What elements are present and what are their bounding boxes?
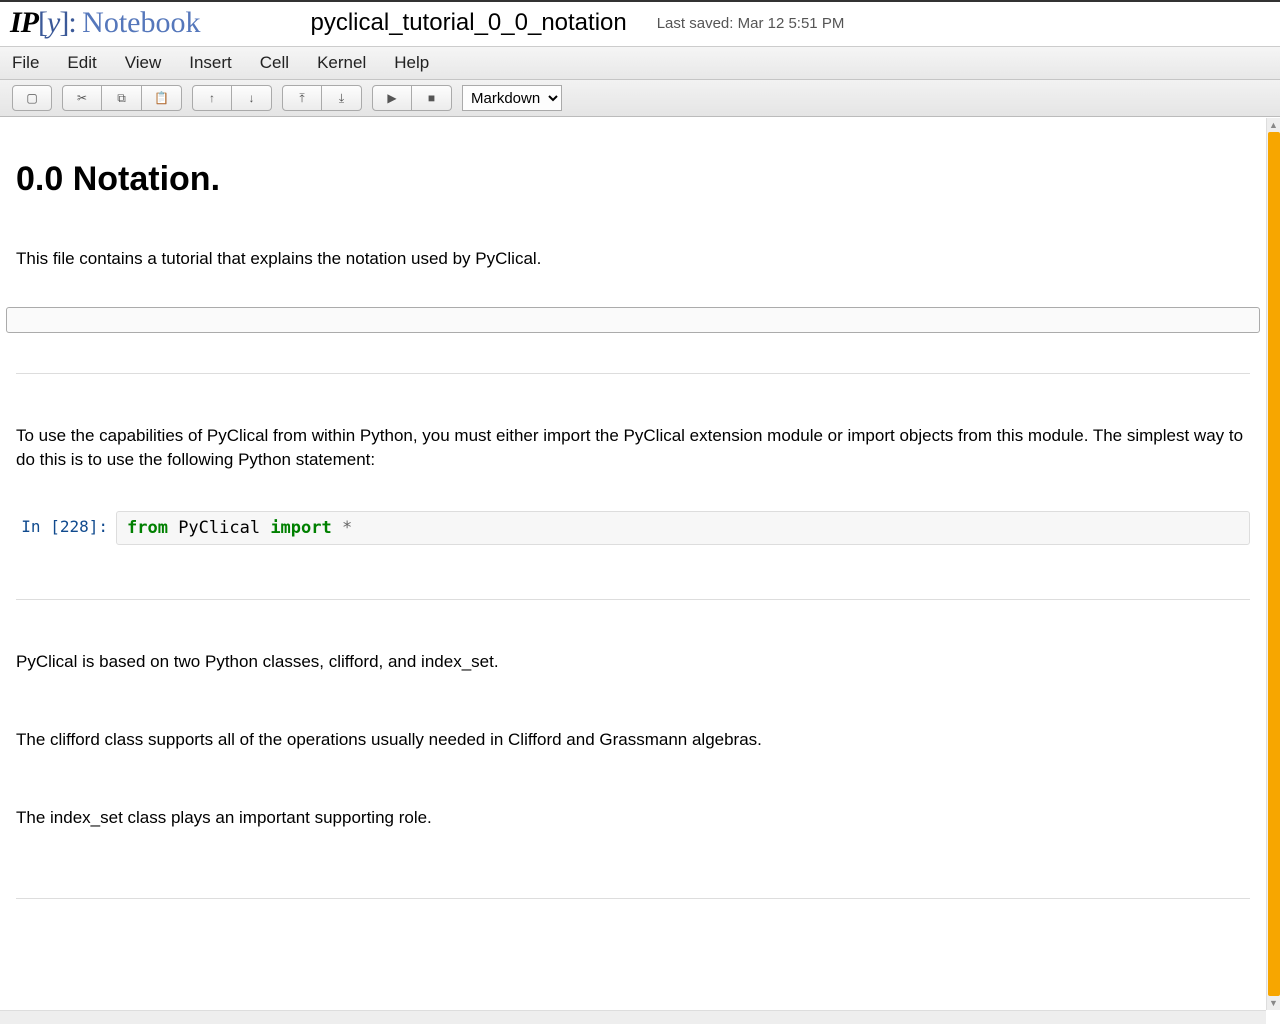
move-up-button[interactable]: ↑ — [192, 85, 232, 111]
code-input[interactable]: from PyClical import * — [116, 511, 1250, 545]
cut-button[interactable]: ✂ — [62, 85, 102, 111]
insert-below-icon: ⤓ — [339, 91, 344, 106]
indexset-text: The index_set class plays an important s… — [16, 806, 1250, 830]
module-name: PyClical — [168, 518, 270, 538]
menu-file[interactable]: File — [12, 53, 39, 73]
divider — [16, 373, 1250, 374]
insert-above-icon: ⤒ — [299, 91, 304, 106]
cell-type-select[interactable]: Markdown — [462, 85, 562, 111]
markdown-cell[interactable]: To use the capabilities of PyClical from… — [6, 406, 1260, 490]
input-prompt: In [228]: — [16, 511, 116, 536]
code-cell[interactable]: In [228]: from PyClical import * — [6, 507, 1260, 549]
move-down-button[interactable]: ↓ — [232, 85, 272, 111]
clifford-text: The clifford class supports all of the o… — [16, 728, 1250, 752]
copy-button[interactable]: ⧉ — [102, 85, 142, 111]
notebook-name[interactable]: pyclical_tutorial_0_0_notation — [311, 9, 627, 37]
scroll-down-arrow[interactable]: ▼ — [1267, 996, 1280, 1010]
cut-icon: ✂ — [77, 91, 87, 105]
menu-edit[interactable]: Edit — [67, 53, 96, 73]
logo-notebook: Notebook — [82, 6, 200, 39]
keyword-from: from — [127, 518, 168, 538]
paste-icon: 📋 — [154, 91, 169, 105]
markdown-cell[interactable] — [6, 866, 1260, 913]
menu-view[interactable]: View — [125, 53, 162, 73]
menu-help[interactable]: Help — [394, 53, 429, 73]
stop-icon: ■ — [428, 91, 435, 105]
intro-text: This file contains a tutorial that expla… — [16, 247, 1250, 271]
arrow-up-icon: ↑ — [209, 91, 215, 105]
selected-empty-cell[interactable] — [6, 307, 1260, 333]
divider — [16, 599, 1250, 600]
menu-kernel[interactable]: Kernel — [317, 53, 366, 73]
insert-above-button[interactable]: ⤒ — [282, 85, 322, 111]
last-saved-label: Last saved: Mar 12 5:51 PM — [657, 15, 845, 32]
classes-text: PyClical is based on two Python classes,… — [16, 650, 1250, 674]
star-operator: * — [332, 518, 352, 538]
logo-y: y — [47, 6, 59, 39]
ipython-logo: IP[y]: Notebook — [10, 6, 201, 40]
scrollbar-thumb[interactable] — [1268, 132, 1280, 996]
insert-below-button[interactable]: ⤓ — [322, 85, 362, 111]
menu-insert[interactable]: Insert — [189, 53, 232, 73]
notebook-container[interactable]: 0.0 Notation. This file contains a tutor… — [0, 118, 1266, 1010]
vertical-scrollbar[interactable]: ▲ ▼ — [1266, 118, 1280, 1010]
scroll-up-arrow[interactable]: ▲ — [1267, 118, 1280, 132]
markdown-cell[interactable] — [6, 341, 1260, 388]
markdown-cell[interactable]: The clifford class supports all of the o… — [6, 710, 1260, 770]
stop-button[interactable]: ■ — [412, 85, 452, 111]
markdown-cell[interactable]: PyClical is based on two Python classes,… — [6, 632, 1260, 692]
keyword-import: import — [270, 518, 331, 538]
arrow-down-icon: ↓ — [249, 91, 255, 105]
paste-button[interactable]: 📋 — [142, 85, 182, 111]
copy-icon: ⧉ — [117, 91, 126, 106]
markdown-cell[interactable] — [6, 567, 1260, 614]
logo-ip: IP — [10, 6, 38, 39]
menu-cell[interactable]: Cell — [260, 53, 289, 73]
toolbar: ▢ ✂ ⧉ 📋 ↑ ↓ ⤒ ⤓ ▶ ■ Markdown — [0, 80, 1280, 117]
save-icon: ▢ — [26, 91, 37, 105]
header: IP[y]: Notebook pyclical_tutorial_0_0_no… — [0, 2, 1280, 46]
import-instruction-text: To use the capabilities of PyClical from… — [16, 424, 1250, 472]
markdown-cell[interactable]: This file contains a tutorial that expla… — [6, 229, 1260, 289]
run-button[interactable]: ▶ — [372, 85, 412, 111]
markdown-cell[interactable]: The index_set class plays an important s… — [6, 788, 1260, 848]
play-icon: ▶ — [387, 91, 396, 105]
horizontal-scrollbar[interactable] — [0, 1010, 1266, 1024]
save-button[interactable]: ▢ — [12, 85, 52, 111]
divider — [16, 898, 1250, 899]
heading-notation: 0.0 Notation. — [16, 160, 1250, 199]
markdown-cell[interactable]: 0.0 Notation. — [6, 132, 1260, 211]
menubar: File Edit View Insert Cell Kernel Help — [0, 46, 1280, 80]
